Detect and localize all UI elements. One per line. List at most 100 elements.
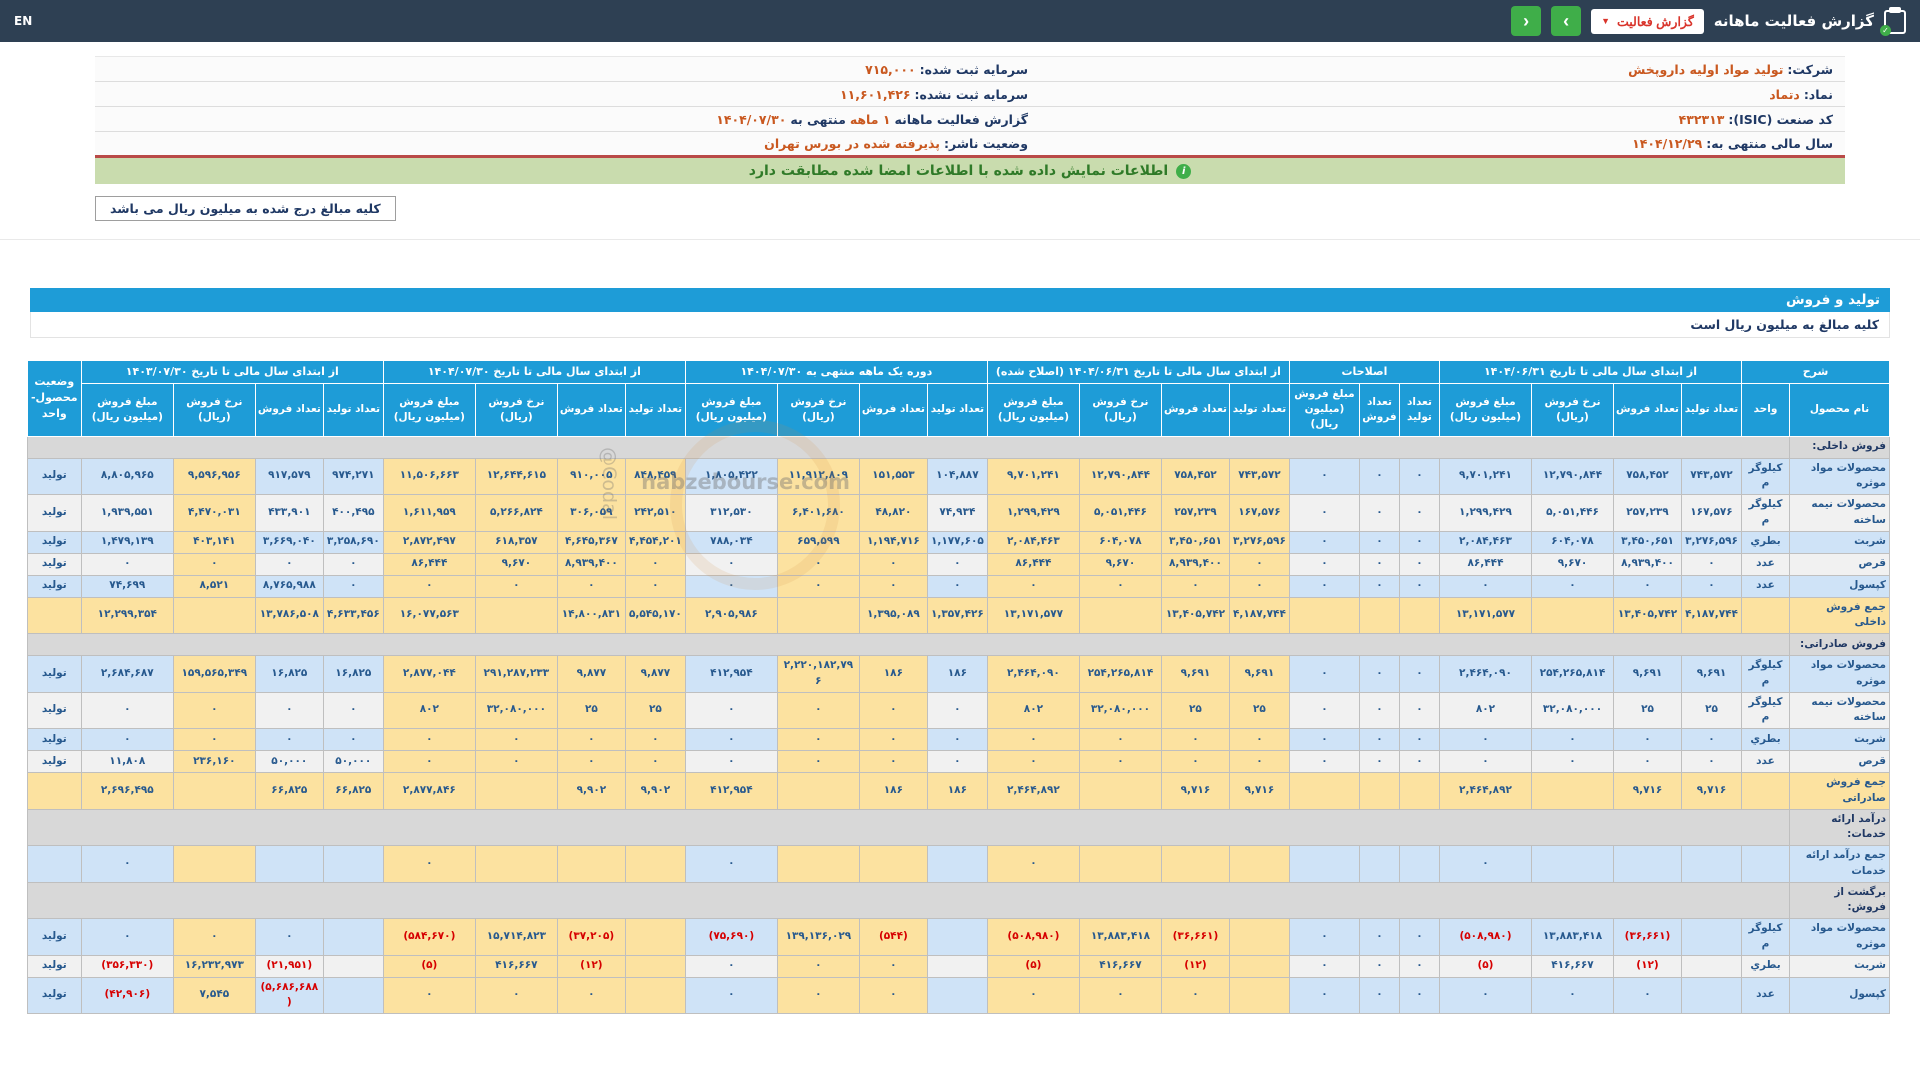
value-cell: ۰	[926, 552, 988, 576]
header-sub-5-3: مبلغ فروش (میلیون ریال)	[80, 382, 174, 437]
header-group-1: اصلاحات	[1288, 360, 1440, 384]
info-row: نماد: دتماد سرمایه ثبت نشده: ۱۱,۶۰۱,۴۲۶	[95, 81, 1845, 107]
unit-cell: عدد	[1741, 750, 1790, 774]
value-cell: ۱۸۶	[858, 655, 928, 693]
header-sub-4-3: مبلغ فروش (میلیون ریال)	[382, 382, 476, 437]
table-row: شربت بطري ۳,۲۷۶,۵۹۶ ۳,۴۵۰,۶۵۱ ۶۰۴,۰۷۸ ۲,۰۸۴,۴…	[26, 530, 1890, 554]
unit-cell: کیلوگرم	[1741, 457, 1790, 496]
value-cell: ۰	[858, 954, 928, 978]
value-cell: ۰	[624, 574, 686, 598]
value-cell: ۰	[382, 845, 476, 883]
status-cell	[26, 845, 82, 883]
value-cell: ۲۵۷,۲۳۹	[1160, 494, 1230, 532]
header-sub-0-1: تعداد فروش	[1613, 382, 1682, 437]
value-cell: (۵۰۸,۹۸۰)	[986, 918, 1080, 956]
value-cell: ۰	[254, 728, 324, 752]
value-cell: ۰	[858, 976, 928, 1015]
product-name-cell: محصولات نیمه ساخته	[1789, 494, 1890, 532]
value-cell: ۰	[1160, 750, 1230, 774]
value-cell: ۰	[1228, 552, 1290, 576]
value-cell: ۰	[986, 976, 1080, 1015]
product-name-cell: قرص	[1789, 552, 1890, 576]
value-cell: ۱۳,۴۰۵,۷۴۲	[1613, 596, 1682, 635]
value-cell: ۱,۲۹۹,۴۲۹	[986, 494, 1080, 532]
report-label: گزارش فعالیت ماهانه	[894, 111, 1028, 127]
value-cell	[624, 976, 686, 1015]
value-cell: ۳۰۶,۰۵۹	[556, 494, 626, 532]
value-cell: ۱,۸۰۵,۴۲۲	[684, 457, 778, 496]
publisher-status-label: وضعیت ناشر:	[943, 136, 1028, 151]
section-filler	[26, 881, 1791, 920]
value-cell	[1531, 845, 1614, 883]
status-cell: تولید	[26, 728, 82, 752]
value-cell: ۲,۸۷۲,۴۹۷	[382, 530, 476, 554]
unit-cell	[1741, 596, 1790, 635]
value-cell: ۰	[1078, 750, 1162, 774]
value-cell: ۰	[624, 750, 686, 774]
value-cell	[1531, 596, 1614, 635]
status-cell	[26, 596, 82, 635]
value-cell: ۰	[382, 574, 476, 598]
production-sales-table-wrap: nabzebourse.com @Codal شرح از ابتدای سال …	[26, 360, 1890, 1015]
value-cell: ۲,۶۹۶,۴۹۵	[80, 772, 174, 810]
previous-report-button[interactable]: ‹	[1511, 6, 1542, 36]
divider	[0, 239, 1920, 240]
value-cell: ۱۶,۲۳۲,۹۷۳	[172, 954, 256, 978]
value-cell: ۰	[684, 750, 778, 774]
value-cell	[1358, 845, 1400, 883]
value-cell: (۷۵,۶۹۰)	[684, 918, 778, 956]
table-row: شربت بطري ۰ ۰ ۰ ۰ ۰ ۰ ۰ ۰ ۰ ۰ ۰ ۰ ۰ ۰ ۰ ۰ ۰ ۰ ۰ ۰ ۰ ۰ ۰ تولید	[26, 728, 1890, 752]
value-cell: ۱,۴۷۹,۱۳۹	[80, 530, 174, 554]
status-cell: تولید	[26, 552, 82, 576]
section-filler	[26, 633, 1791, 657]
report-type-dropdown[interactable]: گزارش فعالیت ▼	[1591, 8, 1704, 34]
value-cell: ۰	[1438, 976, 1533, 1015]
product-name-cell: شربت	[1789, 954, 1890, 978]
header-sub-2-0: تعداد تولید	[1228, 382, 1290, 437]
value-cell	[172, 772, 256, 810]
value-cell: ۰	[1398, 954, 1440, 978]
value-cell: ۱۶,۸۲۵	[254, 655, 324, 693]
value-cell: ۶,۴۰۱,۶۸۰	[776, 494, 860, 532]
value-cell: ۰	[80, 918, 174, 956]
value-cell: ۴۱۶,۶۶۷	[1078, 954, 1162, 978]
value-cell: ۱۰۴,۸۸۷	[926, 457, 988, 496]
value-cell: ۰	[1681, 728, 1742, 752]
value-cell: ۸۶,۴۴۴	[382, 552, 476, 576]
value-cell: ۲,۹۰۵,۹۸۶	[684, 596, 778, 635]
section-subtitle: کلیه مبالغ به میلیون ریال است	[30, 312, 1890, 338]
isic-value: ۴۳۲۳۱۳	[1678, 111, 1725, 127]
table-row: محصولات نیمه ساخته کیلوگرم ۲۵ ۲۵ ۳۲,۰۸۰,۰۰۰ ۸…	[26, 691, 1890, 730]
next-report-button[interactable]: ›	[1551, 6, 1582, 36]
value-cell: ۰	[1288, 655, 1360, 693]
value-cell: ۰	[322, 728, 384, 752]
value-cell: ۳,۴۵۰,۶۵۱	[1160, 530, 1230, 554]
product-name-cell: محصولات مواد موثره	[1789, 918, 1890, 956]
value-cell: ۰	[1160, 574, 1230, 598]
symbol-value: دتماد	[1769, 86, 1800, 102]
top-bar: ✓ گزارش فعالیت ماهانه گزارش فعالیت ▼ › ‹…	[0, 0, 1920, 42]
company-label: شرکت:	[1787, 61, 1833, 77]
english-language-link[interactable]: EN	[14, 14, 32, 28]
value-cell: (۱۲)	[1160, 954, 1230, 978]
table-row: کپسول عدد ۰ ۰ ۰ ۰ ۰ ۰ ۰ ۰ ۰ ۰ ۰ ۰ ۰ ۰ ۰ ۰ ۰ ۰ ۰ ۰ ۸,۷۶۵,۹۸۸ ۸,۵…	[26, 574, 1890, 598]
header-sub-1-2: مبلغ فروش (میلیون ریال)	[1288, 382, 1360, 437]
fiscal-year-value: ۱۴۰۴/۱۲/۲۹	[1632, 136, 1703, 151]
section-label: درآمد ارائه خدمات:	[1789, 808, 1890, 847]
section-filler	[26, 808, 1791, 847]
value-cell: ۹۱۷,۵۷۹	[254, 457, 324, 496]
value-cell: ۲,۸۷۷,۸۴۶	[382, 772, 476, 810]
value-cell: ۹,۷۰۱,۲۴۱	[986, 457, 1080, 496]
value-cell: ۰	[684, 552, 778, 576]
value-cell: ۰	[1358, 691, 1400, 730]
production-sales-table: شرح از ابتدای سال مالی تا تاریخ ۱۴۰۴/۰۶/۳…	[26, 360, 1890, 1015]
unregistered-capital-value: ۱۱,۶۰۱,۴۲۶	[839, 86, 911, 102]
value-cell: ۰	[556, 976, 626, 1015]
value-cell: ۲۵	[556, 691, 626, 730]
value-cell: ۷۸۸,۰۳۴	[684, 530, 778, 554]
value-cell: ۲۵۴,۲۶۵,۸۱۴	[1531, 655, 1614, 693]
header-sub-3-1: تعداد فروش	[858, 382, 928, 437]
value-cell: ۹,۶۹۱	[1613, 655, 1682, 693]
value-cell: ۲۵	[1228, 691, 1290, 730]
value-cell: ۰	[776, 954, 860, 978]
